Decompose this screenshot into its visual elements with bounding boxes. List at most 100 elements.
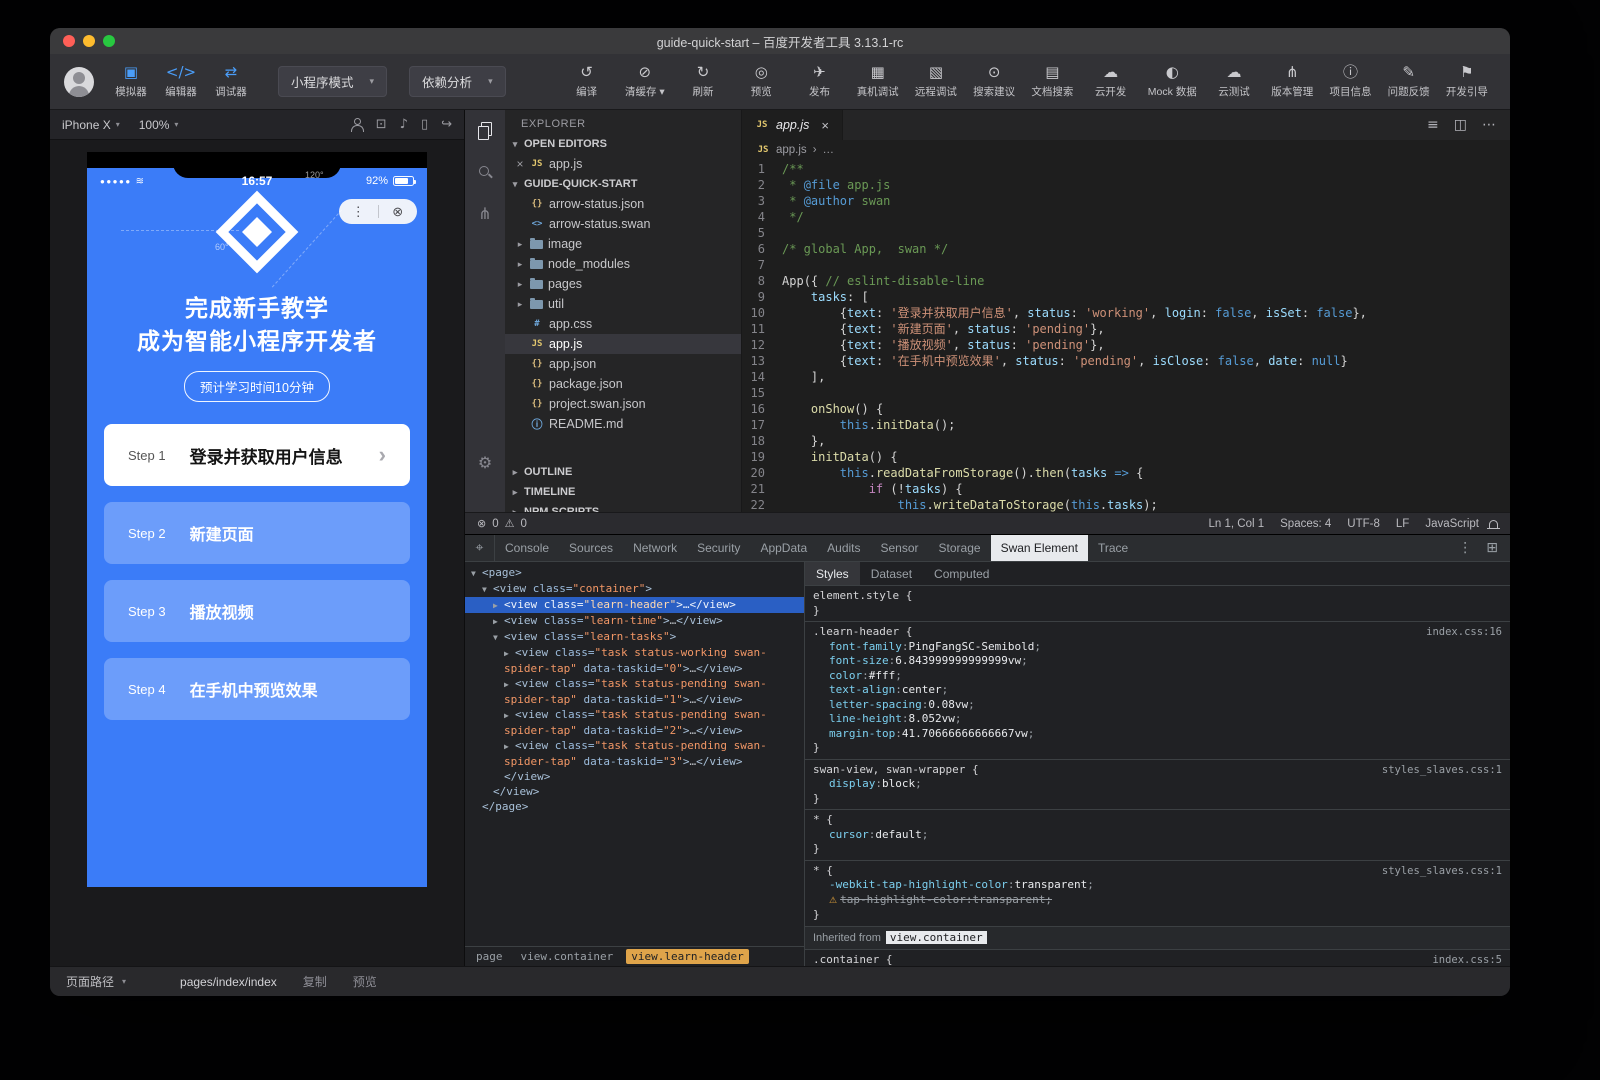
project-info-button[interactable]: ⓘ项目信息	[1325, 58, 1375, 106]
dom-crumb[interactable]: page	[471, 949, 508, 964]
dom-node[interactable]: </view>	[465, 784, 804, 799]
feedback-button[interactable]: ✎问题反馈	[1384, 58, 1434, 106]
explorer-item-arrow-status.json[interactable]: {}arrow-status.json	[505, 194, 741, 214]
devtools-tab-console[interactable]: Console	[495, 535, 559, 561]
project-root-header[interactable]: ▾ GUIDE-QUICK-START	[505, 174, 741, 194]
explorer-item-README.md[interactable]: ⓘREADME.md	[505, 414, 741, 434]
simulator-button[interactable]: ▣模拟器	[106, 58, 156, 106]
publish-button[interactable]: ✈发布	[794, 58, 844, 106]
device-select[interactable]: iPhone X	[62, 118, 111, 132]
capsule-more-button[interactable]: ⋮	[339, 199, 378, 224]
explorer-item-image[interactable]: ▸image	[505, 234, 741, 254]
css-property[interactable]: letter-spacing:0.08vw;	[813, 698, 1502, 713]
explorer-section-outline[interactable]: ▸OUTLINE	[505, 462, 741, 482]
explorer-item-pages[interactable]: ▸pages	[505, 274, 741, 294]
refresh-button[interactable]: ↻刷新	[678, 58, 728, 106]
explorer-item-util[interactable]: ▸util	[505, 294, 741, 314]
minimize-window-button[interactable]	[83, 35, 95, 47]
devtools-tab-security[interactable]: Security	[687, 535, 750, 561]
debugger-button[interactable]: ⇄调试器	[206, 58, 256, 106]
expanded-arrow-icon[interactable]: ▼	[471, 566, 482, 581]
style-rule[interactable]: swan-view, swan-wrapper {styles_slaves.c…	[805, 760, 1510, 811]
explorer-item-node_modules[interactable]: ▸node_modules	[505, 254, 741, 274]
status-item[interactable]: Spaces: 4	[1280, 518, 1331, 530]
explorer-item-project.swan.json[interactable]: {}project.swan.json	[505, 394, 741, 414]
search-suggest-button[interactable]: ⊙搜索建议	[969, 58, 1019, 106]
errors-icon[interactable]: ⊗	[477, 517, 486, 530]
sound-icon[interactable]: ♪	[400, 117, 408, 132]
open-editor-item[interactable]: × JS app.js	[505, 154, 741, 174]
css-property[interactable]: margin-top:41.70666666666667vw;	[813, 727, 1502, 742]
step-card[interactable]: Step 1登录并获取用户信息›	[104, 424, 410, 486]
capsule-close-button[interactable]: ⊗	[379, 199, 418, 224]
css-property[interactable]: -webkit-tap-highlight-color:transparent;	[813, 878, 1502, 893]
cloud-dev-button[interactable]: ☁云开发	[1086, 58, 1136, 106]
split-editor-icon[interactable]: ◫	[1454, 117, 1467, 133]
stylesheet-link[interactable]: styles_slaves.css:1	[1382, 864, 1502, 879]
open-editors-header[interactable]: ▾ OPEN EDITORS	[505, 134, 741, 154]
style-rule[interactable]: element.style {}	[805, 586, 1510, 622]
step-card[interactable]: Step 2新建页面	[104, 502, 410, 564]
style-rule[interactable]: .container {index.css:5display:flex;flex…	[805, 950, 1510, 966]
stylesheet-link[interactable]: styles_slaves.css:1	[1382, 763, 1502, 778]
preview-button[interactable]: ◎预览	[736, 58, 786, 106]
open-external-icon[interactable]: ↪	[441, 117, 452, 132]
dom-node[interactable]: ▼<view class="container">	[465, 581, 804, 597]
css-property[interactable]: ⚠tap-highlight-color:transparent;	[813, 893, 1502, 909]
devtools-tab-storage[interactable]: Storage	[929, 535, 991, 561]
dom-node[interactable]: ▼<view class="learn-tasks">	[465, 629, 804, 645]
dom-node[interactable]: ▼<page>	[465, 565, 804, 581]
status-item[interactable]: Ln 1, Col 1	[1209, 518, 1265, 530]
compile-button[interactable]: ↺编译	[562, 58, 612, 106]
dock-side-icon[interactable]: ⊞	[1486, 540, 1498, 556]
dom-node[interactable]: ▶<view class="task status-pending swan-s…	[465, 707, 804, 738]
stylesheet-link[interactable]: index.css:16	[1426, 625, 1502, 640]
tab-dataset[interactable]: Dataset	[860, 562, 923, 585]
user-avatar[interactable]	[64, 67, 94, 97]
tab-styles[interactable]: Styles	[805, 562, 860, 585]
dom-crumb[interactable]: view.container	[516, 949, 619, 964]
notifications-bell-icon[interactable]	[1489, 520, 1498, 528]
devtools-tab-network[interactable]: Network	[623, 535, 687, 561]
warnings-icon[interactable]: ⚠	[505, 517, 515, 530]
mode-dropdown[interactable]: 小程序模式 ▾	[278, 66, 387, 97]
css-property[interactable]: font-size:6.843999999999999vw;	[813, 654, 1502, 669]
css-property[interactable]: color:#fff;	[813, 669, 1502, 684]
tab-computed[interactable]: Computed	[923, 562, 1000, 585]
code-lines[interactable]: 1/**2 * @file app.js3 * @author swan4 */…	[742, 160, 1510, 512]
css-property[interactable]: cursor:default;	[813, 828, 1502, 843]
close-tab-icon[interactable]: ×	[821, 118, 829, 133]
chevron-down-icon[interactable]: ▾	[122, 977, 126, 986]
status-item[interactable]: UTF-8	[1347, 518, 1380, 530]
css-property[interactable]: line-height:8.052vw;	[813, 712, 1502, 727]
devtools-tab-appdata[interactable]: AppData	[750, 535, 817, 561]
expanded-arrow-icon[interactable]: ▼	[493, 630, 504, 645]
inherited-selector-chip[interactable]: view.container	[886, 931, 987, 944]
css-property[interactable]: font-family:PingFangSC-Semibold;	[813, 640, 1502, 655]
explorer-section-timeline[interactable]: ▸TIMELINE	[505, 482, 741, 502]
dom-node[interactable]: ▶<view class="task status-pending swan-s…	[465, 738, 804, 769]
dom-node[interactable]: </view>	[465, 769, 804, 784]
status-item[interactable]: JavaScript	[1425, 518, 1479, 530]
analysis-dropdown[interactable]: 依赖分析 ▾	[409, 66, 506, 97]
explorer-item-app.js[interactable]: JSapp.js	[505, 334, 741, 354]
dom-crumb[interactable]: view.learn-header	[626, 949, 749, 964]
devtools-tab-audits[interactable]: Audits	[817, 535, 870, 561]
devtools-tab-trace[interactable]: Trace	[1088, 535, 1138, 561]
copy-path-button[interactable]: 复制	[303, 973, 327, 990]
mock-data-button[interactable]: ◐Mock 数据	[1144, 58, 1201, 106]
search-view-icon[interactable]	[477, 164, 493, 180]
close-icon[interactable]: ×	[515, 157, 525, 171]
style-rule[interactable]: * {cursor:default;}	[805, 810, 1510, 861]
collapsed-arrow-icon[interactable]: ▶	[493, 598, 504, 613]
version-control-button[interactable]: ⋔版本管理	[1267, 58, 1317, 106]
dev-guide-button[interactable]: ⚑开发引导	[1442, 58, 1492, 106]
maximize-window-button[interactable]	[103, 35, 115, 47]
remote-debug-button[interactable]: ▧远程调试	[911, 58, 961, 106]
collapsed-arrow-icon[interactable]: ▶	[504, 646, 515, 661]
css-property[interactable]: text-align:center;	[813, 683, 1502, 698]
dom-node[interactable]: </page>	[465, 799, 804, 814]
explorer-item-app.json[interactable]: {}app.json	[505, 354, 741, 374]
explorer-item-app.css[interactable]: #app.css	[505, 314, 741, 334]
doc-search-button[interactable]: ▤文档搜索	[1027, 58, 1077, 106]
